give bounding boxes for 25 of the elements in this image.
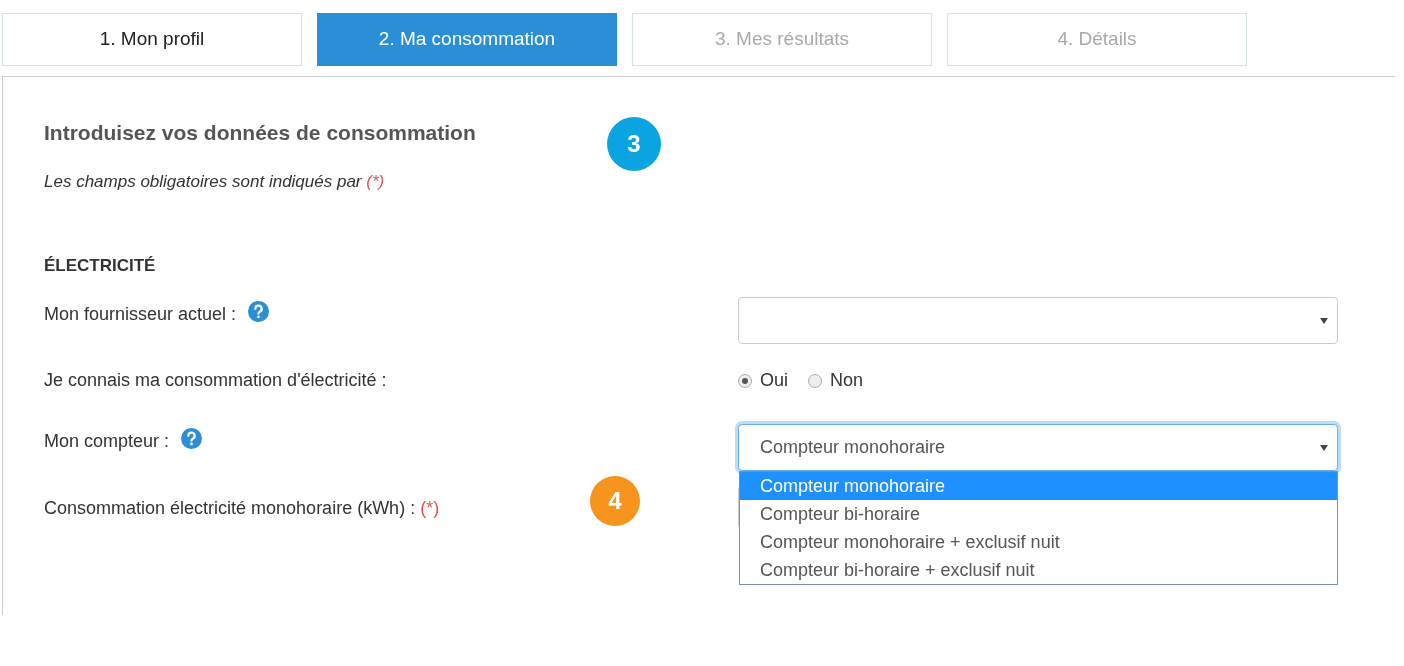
field-label: Mon fournisseur actuel :: [44, 303, 237, 326]
step-tab[interactable]: 1. Mon profil: [2, 13, 302, 66]
dropdown-option[interactable]: Compteur monohoraire + exclusif nuit: [740, 528, 1337, 556]
field-label: Je connais ma consommation d'électricité :: [44, 369, 387, 392]
step-badge: 3: [607, 117, 661, 171]
caret-icon: [1320, 317, 1328, 324]
caret-icon: [1320, 444, 1328, 451]
step-badge: 4: [590, 476, 640, 526]
required-note: Les champs obligatoires sont indiqués par (*): [44, 172, 385, 191]
section-title: ÉLECTRICITÉ: [44, 255, 157, 277]
help-icon[interactable]: [181, 428, 203, 449]
select-field[interactable]: Compteur monohoraire: [738, 424, 1338, 471]
radio-button[interactable]: [808, 373, 822, 388]
help-icon[interactable]: [248, 301, 270, 322]
radio-button[interactable]: [738, 373, 752, 388]
radio-label: Oui: [760, 369, 788, 392]
select-field[interactable]: [738, 297, 1338, 344]
field-label: Consommation électricité monohoraire (kWh) : (*): [44, 497, 440, 520]
radio-label: Non: [830, 369, 864, 392]
dropdown-option[interactable]: Compteur bi-horaire + exclusif nuit: [740, 556, 1337, 584]
field-label: Mon compteur :: [44, 430, 170, 453]
form-heading: Introduisez vos données de consommation: [44, 120, 476, 146]
dropdown-option[interactable]: Compteur bi-horaire: [740, 500, 1337, 528]
step-tab[interactable]: 2. Ma consommation: [317, 13, 617, 66]
select-value: Compteur monohoraire: [760, 436, 946, 459]
